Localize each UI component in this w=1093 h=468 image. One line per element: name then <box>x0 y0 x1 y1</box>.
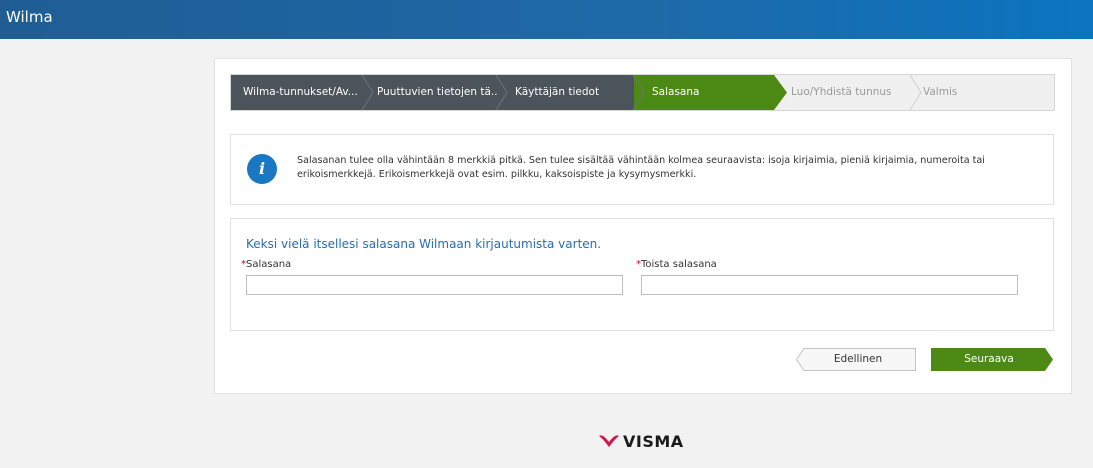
password-label-text: Salasana <box>246 259 292 270</box>
registration-card: Wilma-tunnukset/Av... Puuttuvien tietoje… <box>214 58 1072 394</box>
previous-button[interactable]: Edellinen <box>796 348 916 371</box>
step-separator <box>909 75 922 110</box>
form-heading: Keksi vielä itsellesi salasana Wilmaan k… <box>246 237 602 251</box>
next-button-label: Seuraava <box>964 353 1014 365</box>
repeat-password-label: *Toista salasana <box>636 259 717 270</box>
wizard-step-label: Valmis <box>923 86 958 98</box>
wizard-step-label: Luo/Yhdistä tunnus <box>791 86 892 98</box>
wizard-step-label: Wilma-tunnukset/Av... <box>243 86 358 98</box>
info-icon: i <box>247 154 277 184</box>
wizard-step-label: Käyttäjän tiedot <box>515 86 600 98</box>
wizard-step-done: Valmis <box>911 75 1054 110</box>
wizard-step-credentials: Wilma-tunnukset/Av... <box>231 75 363 110</box>
password-requirements-text: Salasanan tulee olla vähintään 8 merkkiä… <box>297 155 985 180</box>
repeat-password-input[interactable] <box>641 275 1018 295</box>
password-form: Keksi vielä itsellesi salasana Wilmaan k… <box>230 218 1054 331</box>
visma-logo-text: VISMA <box>623 432 684 451</box>
wizard-steps: Wilma-tunnukset/Av... Puuttuvien tietoje… <box>230 74 1055 111</box>
previous-button-label: Edellinen <box>833 353 883 365</box>
app-header: Wilma <box>0 0 1093 39</box>
wizard-step-label: Salasana <box>652 86 700 98</box>
step-separator <box>361 75 374 110</box>
wizard-step-user-info: Käyttäjän tiedot <box>497 75 634 110</box>
wizard-step-create-account: Luo/Yhdistä tunnus <box>787 75 911 110</box>
wizard-step-missing-info: Puuttuvien tietojen tä... <box>363 75 501 110</box>
active-step-arrow <box>774 75 787 110</box>
repeat-password-label-text: Toista salasana <box>641 259 717 270</box>
next-button[interactable]: Seuraava <box>931 348 1053 371</box>
visma-logo-icon <box>599 435 619 447</box>
app-title: Wilma <box>6 8 53 26</box>
password-info-box: i Salasanan tulee olla vähintään 8 merkk… <box>230 134 1054 205</box>
wizard-step-label: Puuttuvien tietojen tä... <box>377 86 501 98</box>
step-separator <box>495 75 508 110</box>
wizard-step-password: Salasana <box>634 75 774 110</box>
step-separator <box>632 75 645 110</box>
password-label: *Salasana <box>241 259 291 270</box>
password-input[interactable] <box>246 275 623 295</box>
visma-logo: VISMA <box>598 432 698 452</box>
